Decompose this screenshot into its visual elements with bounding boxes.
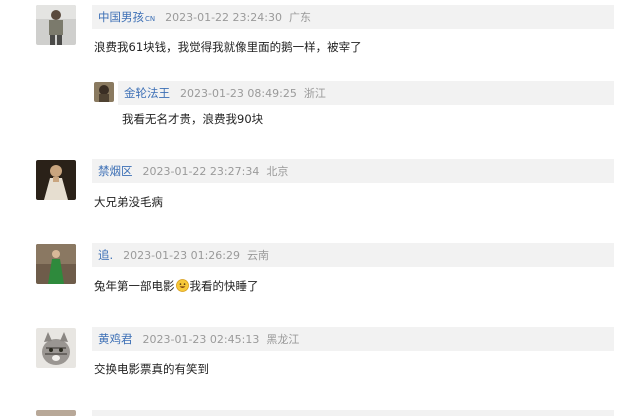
comment-text: 交换电影票真的有笑到 xyxy=(94,362,209,376)
comment-item: 黄鸡君 2023-01-23 02:45:13 黑龙江 交换电影票真的有笑到 xyxy=(0,326,640,406)
comment-text-part: 兔年第一部电影 xyxy=(94,279,175,293)
cn-badge: CN xyxy=(145,15,156,23)
reply-text: 我看无名才贵，浪费我90块 xyxy=(122,112,264,126)
avatar-image xyxy=(36,328,76,368)
reply-meta: 金轮法王 2023-01-23 08:49:25 浙江 xyxy=(118,81,614,105)
avatar[interactable] xyxy=(36,160,76,200)
location: 浙江 xyxy=(303,87,326,100)
comment-item-partial xyxy=(0,408,640,416)
location: 广东 xyxy=(288,11,311,24)
avatar-image xyxy=(36,244,76,284)
username[interactable]: 禁烟区 xyxy=(98,163,133,179)
comment-item: 追. 2023-01-23 01:26:29 云南 兔年第一部电影 我看的快睡了 xyxy=(0,242,640,322)
avatar[interactable] xyxy=(36,5,76,45)
timestamp: 2023-01-23 02:45:13 xyxy=(142,332,260,346)
username[interactable]: 金轮法王 xyxy=(124,85,170,101)
username[interactable]: 追. xyxy=(98,247,113,263)
timestamp: 2023-01-23 01:26:29 xyxy=(123,248,240,262)
comment-text: 大兄弟没毛病 xyxy=(94,195,163,209)
avatar[interactable] xyxy=(36,410,76,416)
comment-text-part: 我看的快睡了 xyxy=(189,279,259,293)
username[interactable]: 中国男孩 xyxy=(98,9,144,25)
comment-meta: 黄鸡君 2023-01-23 02:45:13 黑龙江 xyxy=(92,327,614,351)
comment-text: 浪费我61块钱，我觉得我就像里面的鹅一样，被宰了 xyxy=(94,40,362,54)
comment-meta: 追. 2023-01-23 01:26:29 云南 xyxy=(92,243,614,267)
avatar-image xyxy=(36,410,76,416)
timestamp: 2023-01-23 08:49:25 xyxy=(180,86,297,100)
avatar-image xyxy=(94,82,114,102)
avatar[interactable] xyxy=(36,328,76,368)
location: 北京 xyxy=(266,165,289,178)
timestamp: 2023-01-22 23:27:34 xyxy=(142,164,260,178)
grinning-face-emoji-icon xyxy=(175,279,189,292)
comment-item: 中国男孩 CN 2023-01-22 23:24:30 广东 浪费我61块钱，我… xyxy=(0,0,640,150)
avatar-image xyxy=(36,5,76,45)
avatar-image xyxy=(36,160,76,200)
comment-meta xyxy=(92,410,614,416)
comment-meta: 禁烟区 2023-01-22 23:27:34 北京 xyxy=(92,159,614,183)
comment-item: 禁烟区 2023-01-22 23:27:34 北京 大兄弟没毛病 xyxy=(0,158,640,238)
username[interactable]: 黄鸡君 xyxy=(98,331,133,347)
timestamp: 2023-01-22 23:24:30 xyxy=(165,10,282,24)
avatar[interactable] xyxy=(94,82,114,102)
location: 黑龙江 xyxy=(266,333,300,346)
location: 云南 xyxy=(246,249,269,262)
avatar[interactable] xyxy=(36,244,76,284)
comment-meta: 中国男孩 CN 2023-01-22 23:24:30 广东 xyxy=(92,5,614,29)
comment-text: 兔年第一部电影 我看的快睡了 xyxy=(94,278,259,294)
